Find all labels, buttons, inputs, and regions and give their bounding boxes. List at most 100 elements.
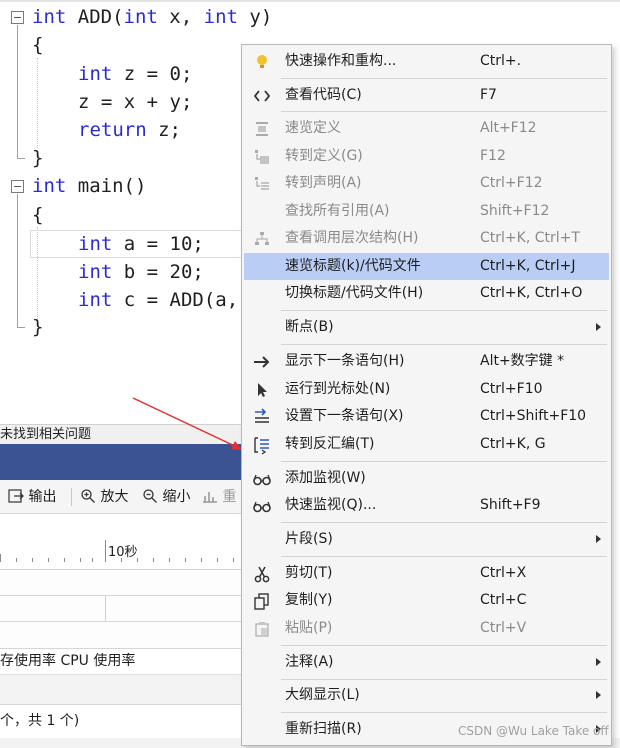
usage-tab-labels[interactable]: 存使用率 CPU 使用率 (0, 653, 135, 669)
ruler-tick (169, 558, 170, 562)
code-line-8[interactable]: { (32, 201, 43, 229)
menu-item-shortcut: Ctrl+. (480, 53, 522, 69)
menu-item-label: 转到反汇编(T) (285, 436, 375, 452)
collapse-icon[interactable] (11, 11, 24, 24)
ruler-tick (80, 558, 81, 562)
menu-item-comment[interactable]: 注释(A) (244, 649, 609, 676)
menu-item-shortcut: Ctrl+V (480, 620, 527, 636)
menu-item-shortcut: Ctrl+F10 (480, 381, 543, 397)
menu-item-call-hierarchy[interactable]: 查看调用层次结构(H) Ctrl+K, Ctrl+T (244, 225, 609, 252)
menu-separator (281, 111, 607, 112)
menu-item-snippets[interactable]: 片段(S) (244, 526, 609, 553)
disassembly-icon (254, 437, 269, 455)
ruler-tick (16, 558, 17, 562)
menu-item-label: 查看代码(C) (285, 87, 362, 103)
code-line-12[interactable]: } (32, 313, 43, 341)
menu-item-shortcut: Ctrl+K, Ctrl+O (480, 285, 583, 301)
code-line-2[interactable]: { (32, 31, 43, 59)
menu-separator (281, 712, 607, 713)
menu-item-peek-definition[interactable]: 速览定义 Alt+F12 (244, 115, 609, 142)
code-text: a = 10; (112, 233, 204, 255)
code-line-9[interactable]: int a = 10; (78, 230, 204, 258)
menu-item-view-code[interactable]: 查看代码(C) F7 (244, 82, 609, 109)
output-icon (8, 489, 24, 503)
menu-item-paste[interactable]: 粘贴(P) Ctrl+V (244, 615, 609, 642)
code-text: main() (66, 175, 147, 197)
code-line-6[interactable]: } (32, 144, 43, 172)
code-line-11[interactable]: int c = ADD(a, (78, 286, 238, 314)
usage-tabs[interactable]: 存使用率 CPU 使用率 (0, 648, 250, 674)
menu-item-label: 快速监视(Q)... (285, 497, 377, 513)
copy-icon (254, 593, 269, 610)
menu-item-label: 粘贴(P) (285, 620, 333, 636)
code-text: z = 0; (112, 63, 193, 85)
diagnostics-toolbar: 输出 放大 缩小 重 (0, 480, 250, 514)
code-line-4[interactable]: z = x + y; (78, 88, 192, 116)
menu-item-label: 转到声明(A) (285, 175, 362, 191)
status-text: 未找到相关问题 (0, 427, 92, 442)
code-line-3[interactable]: int z = 0; (78, 60, 192, 88)
toolbar-separator (71, 488, 72, 506)
menu-item-label: 注释(A) (285, 654, 334, 670)
cursor-icon (258, 383, 267, 397)
timeline-rows (0, 570, 250, 650)
submenu-arrow-icon (596, 658, 601, 666)
menu-separator (281, 679, 607, 680)
code-line-7[interactable]: int main() (32, 172, 146, 200)
reset-zoom-button[interactable]: 重 (202, 480, 236, 514)
indent-guide (37, 58, 38, 148)
ruler-tick (201, 558, 202, 562)
menu-item-goto-disassembly[interactable]: 转到反汇编(T) Ctrl+K, G (244, 431, 609, 458)
ruler-major-tick (105, 540, 106, 562)
code-line-1[interactable]: int ADD(int x, int y) (32, 3, 272, 31)
menu-item-set-next-statement[interactable]: 设置下一条语句(X) Ctrl+Shift+F10 (244, 403, 609, 430)
menu-item-label: 剪切(T) (285, 565, 333, 581)
menu-item-label: 速览标题(k)/代码文件 (285, 258, 421, 274)
code-line-10[interactable]: int b = 20; (78, 258, 204, 286)
code-brackets-icon (253, 90, 271, 102)
zoom-out-button[interactable]: 缩小 (142, 480, 190, 514)
ruler-tick (153, 558, 154, 562)
keyword: int (32, 6, 67, 28)
keyword: int (78, 63, 113, 85)
reset-zoom-label: 重 (222, 489, 237, 505)
collapse-icon[interactable] (11, 180, 24, 193)
paste-icon (255, 622, 269, 637)
menu-item-find-all-references[interactable]: 查找所有引用(A) Shift+F12 (244, 198, 609, 225)
menu-item-peek-header[interactable]: 速览标题(k)/代码文件 Ctrl+K, Ctrl+J (244, 253, 609, 280)
ruler-tick (32, 558, 33, 562)
zoom-in-button[interactable]: 放大 (80, 480, 128, 514)
output-button[interactable]: 输出 (8, 480, 56, 514)
menu-item-label: 切换标题/代码文件(H) (285, 285, 424, 301)
keyword: int (123, 6, 158, 28)
menu-item-quick-watch[interactable]: 快速监视(Q)... Shift+F9 (244, 492, 609, 519)
menu-item-label: 运行到光标处(N) (285, 381, 391, 397)
menu-item-quick-actions[interactable]: 快速操作和重构... Ctrl+. (244, 48, 609, 75)
menu-item-add-watch[interactable]: 添加监视(W) (244, 465, 609, 492)
ruler-tick (0, 554, 1, 562)
menu-item-toggle-header[interactable]: 切换标题/代码文件(H) Ctrl+K, Ctrl+O (244, 280, 609, 307)
menu-item-run-to-cursor[interactable]: 运行到光标处(N) Ctrl+F10 (244, 376, 609, 403)
menu-item-cut[interactable]: 剪切(T) Ctrl+X (244, 560, 609, 587)
menu-item-label: 显示下一条语句(H) (285, 353, 405, 369)
menu-item-goto-declaration[interactable]: 转到声明(A) Ctrl+F12 (244, 170, 609, 197)
context-menu[interactable]: 快速操作和重构... Ctrl+. 查看代码(C) F7 速览定义 Alt+F1… (241, 44, 612, 746)
timeline-ruler[interactable]: 10秒 (0, 514, 250, 570)
menu-item-breakpoint[interactable]: 断点(B) (244, 314, 609, 341)
menu-item-label: 片段(S) (285, 531, 333, 547)
fold-line-end (17, 327, 25, 328)
menu-item-outlining[interactable]: 大纲显示(L) (244, 682, 609, 709)
code-line-5[interactable]: return z; (78, 116, 181, 144)
panel-header-bar (0, 444, 250, 480)
fold-line (17, 25, 18, 158)
menu-item-copy[interactable]: 复制(Y) Ctrl+C (244, 587, 609, 614)
menu-separator (281, 310, 607, 311)
menu-item-label: 断点(B) (285, 319, 334, 335)
menu-item-show-next-statement[interactable]: 显示下一条语句(H) Alt+数字键 * (244, 348, 609, 375)
ruler-tick (185, 558, 186, 562)
menu-item-goto-definition[interactable]: 转到定义(G) F12 (244, 143, 609, 170)
lightbulb-icon (257, 55, 267, 68)
menu-item-label: 转到定义(G) (285, 148, 363, 164)
set-next-statement-icon (255, 408, 269, 423)
menu-item-label: 快速操作和重构... (285, 53, 397, 69)
